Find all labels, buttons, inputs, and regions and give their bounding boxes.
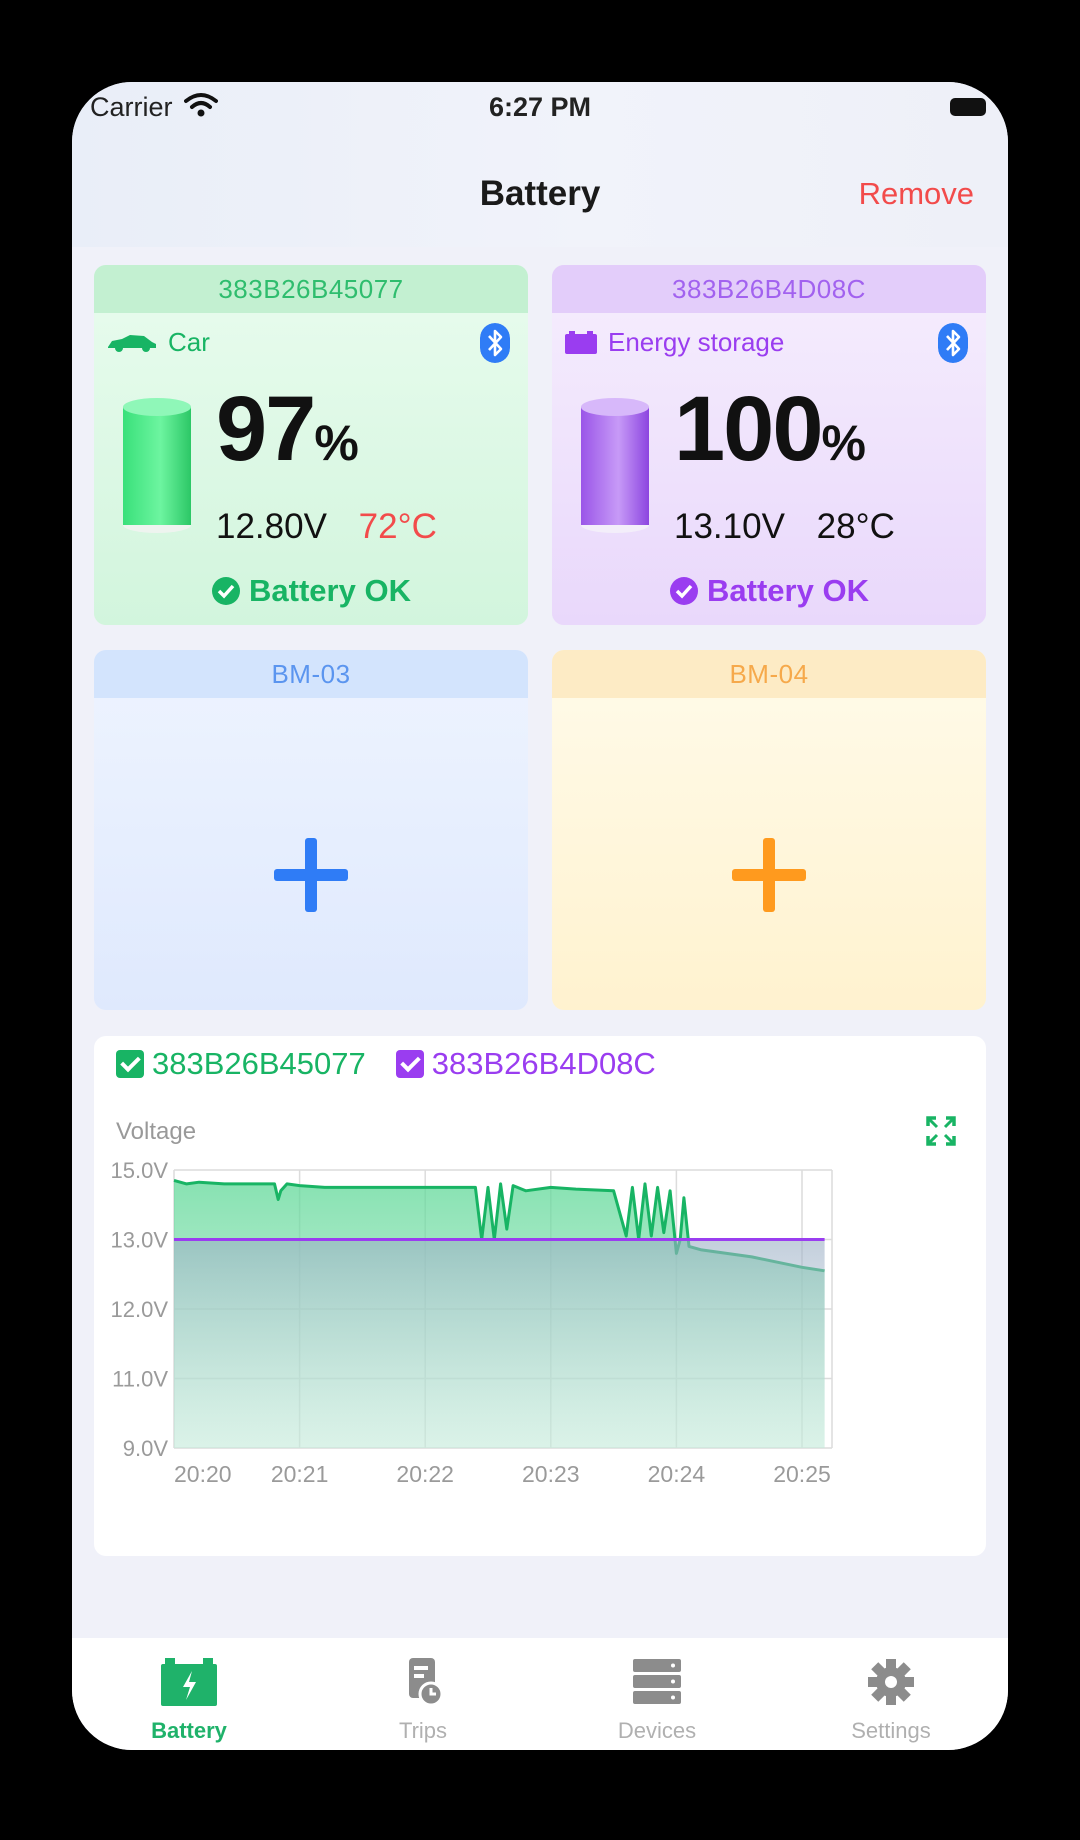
car-icon	[108, 334, 156, 352]
legend-toggle-series-2[interactable]: 383B26B4D08C	[395, 1046, 656, 1082]
bluetooth-icon[interactable]	[480, 323, 510, 363]
battery-card-car[interactable]: 383B26B45077 Car 97% 12.80V 72°C Battery…	[94, 265, 528, 625]
checkbox-checked-icon	[395, 1050, 424, 1078]
chart-axis-label: Voltage	[116, 1118, 197, 1145]
checkbox-checked-icon	[116, 1050, 144, 1078]
y-tick-label: 15.0V	[111, 1158, 169, 1183]
battery-tab-icon	[161, 1658, 217, 1706]
status-time: 6:27 PM	[488, 92, 592, 122]
voltage-value: 12.80V	[216, 507, 327, 546]
temperature-value: 72°C	[358, 507, 437, 546]
nav-bar: Battery Remove	[72, 162, 1008, 232]
chart-legend: 383B26B45077 383B26B4D08C	[116, 1046, 656, 1082]
y-tick-label: 11.0V	[112, 1367, 168, 1392]
voltage-value: 13.10V	[674, 507, 785, 546]
voltage-chart: 15.0V 13.0V 12.0V 11.0V 9.0V20:20 20:21 20:22 2…	[111, 1158, 833, 1487]
phone-screen: Carrier 6:27 PM Battery Remove 383B26B45…	[72, 82, 1008, 1750]
y-tick-label: 12.0V	[111, 1297, 169, 1322]
card-device-id: BM-04	[552, 650, 986, 698]
y-tick-label: 13.0V	[111, 1228, 169, 1253]
tab-trips[interactable]: Trips	[306, 1638, 540, 1750]
empty-slot-card-bm-04[interactable]: BM-04	[552, 650, 986, 1010]
battery-status-icon	[950, 98, 990, 116]
add-device-button[interactable]	[732, 838, 806, 912]
bluetooth-icon[interactable]	[938, 323, 968, 363]
expand-icon[interactable]	[926, 1116, 956, 1146]
charge-percent: 97%	[216, 378, 359, 480]
battery-level-graphic	[123, 398, 191, 533]
tab-devices[interactable]: Devices	[540, 1638, 774, 1750]
temperature-value: 28°C	[816, 507, 895, 546]
voltage-chart-card: 15.0V 13.0V 12.0V 11.0V 9.0V 20:20 20:21 20:22 2…	[94, 1036, 986, 1556]
battery-card-energy-storage[interactable]: 383B26B4D08C Energy storage 100% 13.10V …	[552, 265, 986, 625]
x-tick-label: 20:20	[174, 1461, 232, 1487]
battery-status: Battery OK	[552, 573, 986, 609]
status-bar: Carrier 6:27 PM	[72, 82, 1008, 144]
card-device-id: 383B26B45077	[94, 265, 528, 313]
tab-settings[interactable]: Settings	[774, 1638, 1008, 1750]
battery-readings: 12.80V 72°C	[216, 507, 437, 547]
check-circle-icon	[670, 577, 699, 605]
charge-percent: 100%	[674, 378, 866, 480]
tab-bar: Battery Trips Devices Settings	[72, 1638, 1008, 1750]
card-device-id: 383B26B4D08C	[552, 265, 986, 313]
x-tick-label: 20:25	[773, 1461, 831, 1487]
card-type-label: Car	[168, 327, 210, 357]
remove-button[interactable]: Remove	[859, 176, 974, 212]
x-tick-label: 20:22	[396, 1461, 454, 1487]
legend-toggle-series-1[interactable]: 383B26B45077	[116, 1046, 366, 1082]
series-area-2	[174, 1239, 825, 1448]
battery-level-graphic	[581, 398, 649, 533]
tab-battery[interactable]: Battery	[72, 1638, 306, 1750]
energy-storage-icon	[565, 330, 597, 354]
card-type-label: Energy storage	[608, 327, 785, 357]
add-device-button[interactable]	[274, 838, 348, 912]
x-tick-label: 20:24	[648, 1461, 706, 1487]
settings-tab-icon	[868, 1659, 914, 1705]
x-tick-label: 20:23	[522, 1461, 580, 1487]
devices-tab-icon	[633, 1659, 681, 1704]
x-tick-label: 20:21	[271, 1461, 329, 1487]
battery-readings: 13.10V 28°C	[674, 507, 895, 547]
check-circle-icon	[212, 577, 241, 605]
battery-status: Battery OK	[94, 573, 528, 609]
trips-tab-icon	[409, 1658, 444, 1707]
empty-slot-card-bm-03[interactable]: BM-03	[94, 650, 528, 1010]
card-device-id: BM-03	[94, 650, 528, 698]
y-tick-label: 9.0V	[123, 1436, 169, 1461]
